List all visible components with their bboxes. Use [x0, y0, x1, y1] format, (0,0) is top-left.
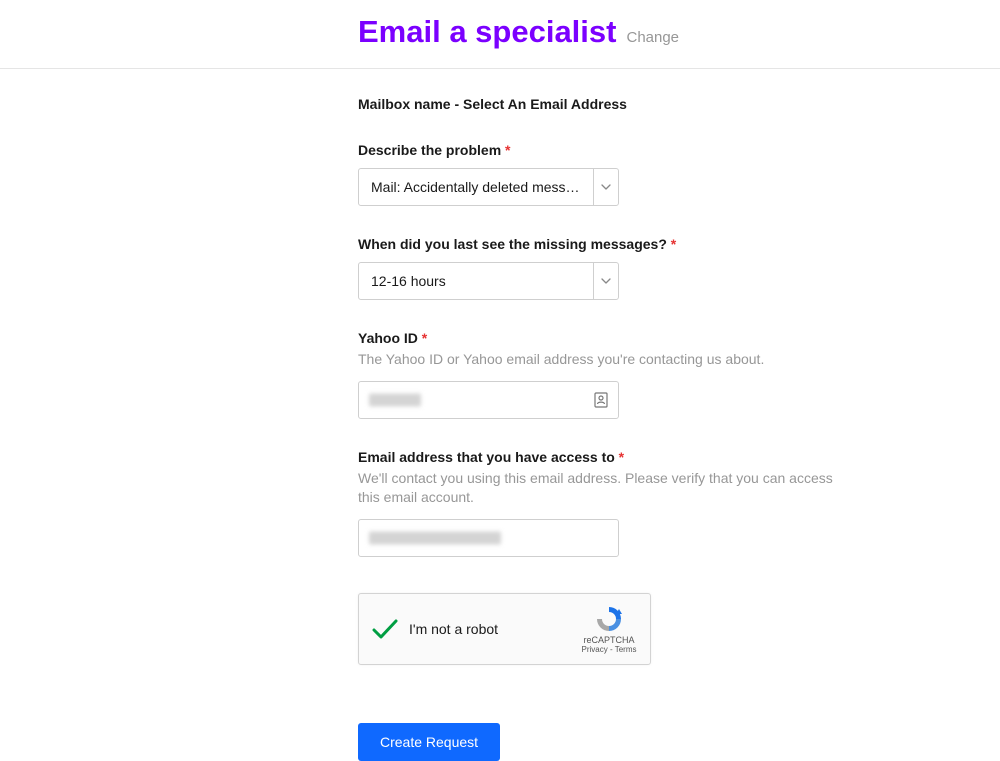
- select-value: Mail: Accidentally deleted messa…: [371, 179, 581, 195]
- field-label: Email address that you have access to *: [358, 449, 858, 465]
- required-marker: *: [619, 449, 624, 465]
- recaptcha-icon: [594, 604, 624, 634]
- required-marker: *: [671, 236, 676, 252]
- change-link[interactable]: Change: [626, 29, 679, 46]
- checkmark-icon: [371, 618, 399, 640]
- redacted-value: [369, 531, 501, 544]
- contact-email-input[interactable]: [358, 519, 619, 557]
- recaptcha-brand: reCAPTCHA: [583, 635, 634, 645]
- field-contact-email: Email address that you have access to * …: [358, 449, 858, 557]
- recaptcha-brand-block: reCAPTCHA Privacy - Terms: [580, 604, 638, 654]
- recaptcha-terms[interactable]: Privacy - Terms: [582, 645, 637, 654]
- last-seen-select[interactable]: 12-16 hours: [358, 262, 619, 300]
- field-label: Yahoo ID *: [358, 330, 858, 346]
- recaptcha-label: I'm not a robot: [409, 621, 580, 637]
- label-text: Yahoo ID: [358, 330, 418, 346]
- label-text: Email address that you have access to: [358, 449, 615, 465]
- field-yahoo-id: Yahoo ID * The Yahoo ID or Yahoo email a…: [358, 330, 858, 419]
- required-marker: *: [505, 142, 510, 158]
- label-text: When did you last see the missing messag…: [358, 236, 667, 252]
- field-label: Describe the problem *: [358, 142, 858, 158]
- page-title: Email a specialist: [358, 14, 616, 50]
- form-content: Mailbox name - Select An Email Address D…: [358, 69, 858, 761]
- select-value-box: 12-16 hours: [359, 263, 593, 299]
- redacted-value: [369, 393, 421, 406]
- select-value: 12-16 hours: [371, 273, 446, 289]
- yahoo-id-input[interactable]: [358, 381, 619, 419]
- field-hint: The Yahoo ID or Yahoo email address you'…: [358, 350, 858, 370]
- problem-select[interactable]: Mail: Accidentally deleted messa…: [358, 168, 619, 206]
- chevron-down-icon[interactable]: [593, 263, 618, 299]
- page-header: Email a specialist Change: [0, 0, 1000, 69]
- field-label: When did you last see the missing messag…: [358, 236, 858, 252]
- label-text: Describe the problem: [358, 142, 501, 158]
- field-hint: We'll contact you using this email addre…: [358, 469, 858, 508]
- required-marker: *: [422, 330, 427, 346]
- select-value-box: Mail: Accidentally deleted messa…: [359, 169, 593, 205]
- mailbox-name-text: Mailbox name - Select An Email Address: [358, 96, 858, 112]
- chevron-down-icon[interactable]: [593, 169, 618, 205]
- recaptcha-widget[interactable]: I'm not a robot reCAPTCHA Privacy - Term…: [358, 593, 651, 665]
- field-last-seen: When did you last see the missing messag…: [358, 236, 858, 300]
- create-request-button[interactable]: Create Request: [358, 723, 500, 761]
- field-describe-problem: Describe the problem * Mail: Accidentall…: [358, 142, 858, 206]
- contact-card-icon: [594, 392, 608, 408]
